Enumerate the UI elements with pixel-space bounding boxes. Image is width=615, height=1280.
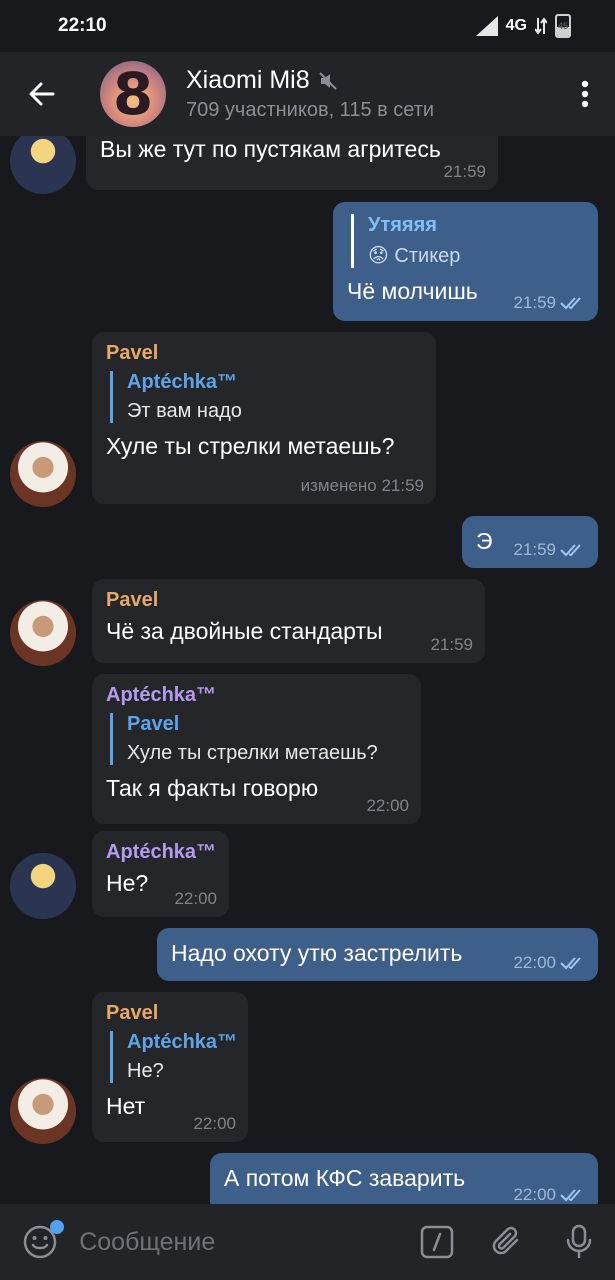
arrow-left-icon: [29, 82, 55, 106]
message-text: Вы же тут по пустякам агритесь: [100, 136, 441, 162]
message-incoming[interactable]: Вы же тут по пустякам агритесь 21:59: [86, 136, 498, 190]
reply-preview[interactable]: Aptéchka™ Эт вам надо: [110, 371, 422, 423]
message-time: 22:00: [174, 889, 217, 908]
reply-preview[interactable]: Pavel Хуле ты стрелки метаешь?: [110, 713, 407, 765]
avatar[interactable]: [10, 441, 76, 507]
message-incoming[interactable]: Aptéchka™ Не? 22:00: [92, 831, 229, 917]
reply-author: Pavel: [127, 713, 180, 735]
status-icons: 4G 45: [475, 14, 571, 38]
status-time: 22:10: [58, 15, 107, 36]
avatar[interactable]: [10, 853, 76, 919]
message-incoming[interactable]: Pavel Aptéchka™ Не? Нет 22:00: [92, 992, 248, 1142]
battery-icon: 45: [555, 14, 571, 38]
reply-author: Aptéchka™: [127, 371, 238, 393]
back-button[interactable]: [0, 52, 84, 136]
message-time: 21:59: [513, 293, 586, 313]
chat-header: 8 Xiaomi Mi8 709 участников, 115 в сети: [0, 52, 615, 136]
message-sender[interactable]: Pavel: [106, 1002, 234, 1025]
sticker-emoji: 😟: [368, 245, 389, 267]
signal-icon: [475, 16, 498, 36]
reply-author: Aptéchka™: [127, 1031, 238, 1053]
message-time: 21:59: [443, 162, 486, 181]
reply-preview[interactable]: Aptéchka™ Не?: [110, 1031, 238, 1083]
status-bar: 22:10 4G 45: [0, 0, 615, 52]
reply-text: Не?: [127, 1060, 164, 1082]
message-time: 22:00: [366, 796, 409, 815]
reply-text: Эт вам надо: [127, 400, 242, 422]
message-sender[interactable]: Aptéchka™: [106, 684, 407, 707]
message-time: 22:00: [193, 1114, 236, 1133]
chat-info[interactable]: Xiaomi Mi8 709 участников, 115 в сети: [186, 66, 555, 122]
reply-text: 😟 Стикер: [368, 245, 461, 267]
message-time: 21:59: [430, 635, 473, 654]
bot-commands-button[interactable]: [401, 1204, 472, 1280]
data-transfer-icon: [535, 17, 547, 35]
message-incoming[interactable]: Pavel Aptéchka™ Эт вам надо Хуле ты стре…: [92, 332, 436, 504]
message-input[interactable]: [79, 1227, 402, 1257]
chat-title-row: Xiaomi Mi8: [186, 66, 555, 95]
message-sender[interactable]: Aptéchka™: [106, 841, 216, 864]
more-vertical-icon: [581, 80, 589, 108]
double-check-icon: [560, 1189, 581, 1202]
avatar[interactable]: [10, 1078, 76, 1144]
message-text: Чё за двойные стандарты: [106, 618, 383, 644]
message-list[interactable]: Вы же тут по пустякам агритесь 21:59 Утя…: [0, 136, 615, 1204]
double-check-icon: [560, 544, 581, 557]
paperclip-icon: [492, 1226, 519, 1255]
double-check-icon: [560, 297, 581, 310]
message-outgoing[interactable]: А потом КФС заварить 22:00: [210, 1153, 598, 1204]
chat-avatar[interactable]: 8: [100, 60, 166, 128]
network-label: 4G: [505, 17, 527, 34]
message-sender[interactable]: Pavel: [106, 589, 471, 612]
chat-subtitle: 709 участников, 115 в сети: [186, 99, 435, 121]
more-menu-button[interactable]: [555, 52, 615, 136]
microphone-icon: [567, 1224, 592, 1259]
avatar[interactable]: [10, 136, 76, 194]
message-incoming[interactable]: Aptéchka™ Pavel Хуле ты стрелки метаешь?…: [92, 674, 421, 824]
message-outgoing[interactable]: Э 21:59: [462, 516, 598, 568]
voice-record-button[interactable]: [544, 1204, 615, 1280]
slash-command-icon: [420, 1225, 454, 1259]
message-outgoing[interactable]: Утяяяя 😟 Стикер Чё молчишь 21:59: [333, 202, 598, 321]
chat-title: Xiaomi Mi8: [186, 66, 310, 94]
message-time: 22:00: [513, 953, 586, 973]
battery-level: 45: [557, 21, 568, 31]
reply-author: Утяяяя: [368, 214, 437, 236]
emoji-button[interactable]: [0, 1204, 79, 1280]
reply-preview[interactable]: Утяяяя 😟 Стикер: [351, 214, 584, 268]
message-composer: [0, 1204, 615, 1280]
reply-text: Хуле ты стрелки метаешь?: [127, 742, 378, 764]
chat-avatar-glyph: 8: [112, 60, 154, 128]
message-text: Хуле ты стрелки метаешь?: [106, 433, 395, 459]
message-text: Так я факты говорю: [106, 775, 319, 801]
message-outgoing[interactable]: Надо охоту утю застрелить 22:00: [157, 928, 598, 981]
notification-dot: [50, 1220, 64, 1234]
message-time: 21:59: [513, 540, 586, 560]
avatar[interactable]: [10, 600, 76, 666]
muted-icon: [318, 71, 337, 90]
message-time: 22:00: [513, 1185, 586, 1204]
attach-button[interactable]: [472, 1204, 543, 1280]
message-time: изменено 21:59: [300, 476, 424, 495]
message-incoming[interactable]: Pavel Чё за двойные стандарты 21:59: [92, 579, 485, 663]
double-check-icon: [560, 957, 581, 970]
message-sender[interactable]: Pavel: [106, 342, 422, 365]
